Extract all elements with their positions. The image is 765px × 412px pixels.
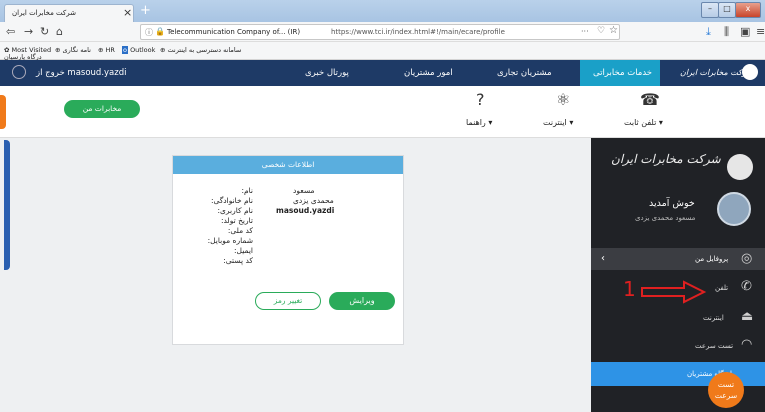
nav-business-customers[interactable]: مشتریان تجاری <box>497 68 552 78</box>
tab-close-icon[interactable]: × <box>123 6 132 19</box>
user-circle-icon: ◎ <box>741 251 753 266</box>
minimize-button[interactable]: – <box>701 2 719 18</box>
sidebar-item-label: پروفایل من <box>695 255 729 263</box>
side-tab-orange[interactable] <box>0 95 6 129</box>
edit-button[interactable]: ویرایش <box>329 292 395 310</box>
annotation-number: 1 <box>623 277 636 301</box>
bookmark-internet-access[interactable]: ⊕ سامانه دسترسی به اینترنت <box>160 46 241 54</box>
site-header: شرکت مخابرات ایران خدمات مخابراتی مشتریا… <box>0 60 765 86</box>
sidebar-item-internet[interactable]: اینترنت ⏏ <box>591 304 765 332</box>
value-username: masoud.yazdi <box>276 206 335 215</box>
library-icon[interactable]: ⫼ <box>724 25 729 39</box>
reload-icon[interactable]: ↻ <box>40 25 49 38</box>
tci-logo-icon <box>742 64 758 80</box>
bookmark-letters[interactable]: ⊕ نامه نگاری <box>55 46 91 54</box>
browser-tab[interactable]: شرکت مخابرات ایران × <box>4 4 134 22</box>
label-username: نام کاربری: <box>217 206 253 215</box>
user-icon[interactable] <box>12 65 26 79</box>
panel-logo-icon <box>727 154 753 180</box>
sub-header: مخابرات من ☎ تلفن ثابت ▾ ⚛ اینترنت ▾ ? ر… <box>0 86 765 138</box>
side-tab-blue[interactable] <box>4 140 10 270</box>
avatar <box>717 192 751 226</box>
speed-test-fab[interactable]: تست سرعت <box>708 372 744 408</box>
personal-info-card: اطلاعات شخصی نام: نام خانوادگی: نام کارب… <box>172 155 404 345</box>
bookmark-label: Outlook <box>130 46 156 54</box>
bookmarks-bar: ✿ Most Visited ⊕ نامه نگاری ⊕ HR o Outlo… <box>0 42 765 61</box>
browser-titlebar: شرکت مخابرات ایران × + – □ x <box>0 0 765 22</box>
account-sidebar: شرکت مخابرات ایران خوش آمدید مسعود محمدی… <box>591 138 765 412</box>
label-national-id: کد ملی: <box>227 226 253 235</box>
my-telecom-button[interactable]: مخابرات من <box>64 100 140 118</box>
welcome-text: خوش آمدید <box>649 198 695 209</box>
close-window-button[interactable]: x <box>735 2 761 18</box>
bookmark-hr[interactable]: ⊕ HR <box>98 46 115 54</box>
nav-customer-affairs[interactable]: امور مشتریان <box>404 68 453 78</box>
sidebar-item-label: اینترنت <box>703 314 724 322</box>
bookmark-label: HR <box>105 46 115 54</box>
address-bar[interactable]: ⓘ 🔒 Telecommunication Company of... (IR)… <box>140 24 620 40</box>
bookmark-star-icon[interactable]: ☆ <box>609 25 618 36</box>
sidebar-item-label: تست سرعت <box>695 342 734 350</box>
nav-news-portal[interactable]: پورتال خبری <box>305 68 349 78</box>
back-icon[interactable]: ⇦ <box>6 25 15 38</box>
label-mobile: شماره موبایل: <box>207 236 253 245</box>
value-last-name: محمدی یزدی <box>293 196 334 205</box>
menu-help[interactable]: راهنما ▾ <box>466 118 492 127</box>
nav-telecom-services[interactable]: خدمات مخابراتی <box>593 68 652 78</box>
landline-icon: ☎ <box>640 90 660 109</box>
menu-icon[interactable]: ≡ <box>756 25 765 38</box>
panel-logo-text: شرکت مخابرات ایران <box>611 152 721 166</box>
url-organization: Telecommunication Company of... (IR) <box>167 28 301 36</box>
label-last-name: نام خانوادگی: <box>210 196 253 205</box>
logout-link[interactable]: خروج از masoud.yazdi <box>36 68 126 78</box>
bookmark-label: سامانه دسترسی به اینترنت <box>167 46 242 54</box>
browser-navbar: ⇦ → ↻ ⌂ ⓘ 🔒 Telecommunication Company of… <box>0 22 765 42</box>
info-icon[interactable]: ⓘ <box>145 27 153 38</box>
page-actions-icon[interactable]: ··· <box>581 27 589 36</box>
lock-icon: 🔒 <box>155 27 165 36</box>
chevron-left-icon[interactable]: ‹ <box>601 253 605 264</box>
bookmark-outlook[interactable]: o Outlook <box>122 46 155 54</box>
sidebar-item-speed-test[interactable]: تست سرعت ◠ <box>591 332 765 360</box>
menu-internet[interactable]: اینترنت ▾ <box>543 118 573 127</box>
bookmark-label: نامه نگاری <box>62 46 91 54</box>
card-title: اطلاعات شخصی <box>173 156 403 174</box>
phone-icon: ✆ <box>741 279 752 294</box>
menu-landline[interactable]: تلفن ثابت ▾ <box>624 118 663 127</box>
new-tab-icon[interactable]: + <box>140 3 151 18</box>
change-password-button[interactable]: تغییر رمز <box>255 292 321 310</box>
pocket-icon[interactable]: ♡ <box>597 26 605 36</box>
label-email: ایمیل: <box>234 246 253 255</box>
label-postal-code: کد پستی: <box>223 256 253 265</box>
sidebar-item-profile[interactable]: پروفایل من ◎ ‹ <box>591 248 765 270</box>
label-birth-date: تاریخ تولد: <box>220 216 253 225</box>
value-first-name: مسعود <box>293 186 315 195</box>
window-controls: – □ x <box>701 2 761 18</box>
forward-icon[interactable]: → <box>24 25 33 38</box>
download-icon[interactable]: ⤓ <box>706 25 711 39</box>
annotation-arrow-icon <box>641 280 707 304</box>
user-full-name: مسعود محمدی یزدی <box>635 214 696 222</box>
url-text: https://www.tci.ir/index.html#!/main/eca… <box>331 28 505 36</box>
speedometer-icon: ◠ <box>741 337 753 352</box>
internet-icon: ⚛ <box>556 90 571 109</box>
label-first-name: نام: <box>241 186 253 195</box>
maximize-button[interactable]: □ <box>718 2 736 18</box>
help-icon: ? <box>476 90 485 109</box>
router-icon: ⏏ <box>741 309 754 324</box>
home-icon[interactable]: ⌂ <box>56 25 63 38</box>
tab-title: شرکت مخابرات ایران <box>12 9 76 17</box>
sidebar-icon[interactable]: ▣ <box>740 25 750 38</box>
sidebar-item-label: تلفن <box>715 284 729 292</box>
